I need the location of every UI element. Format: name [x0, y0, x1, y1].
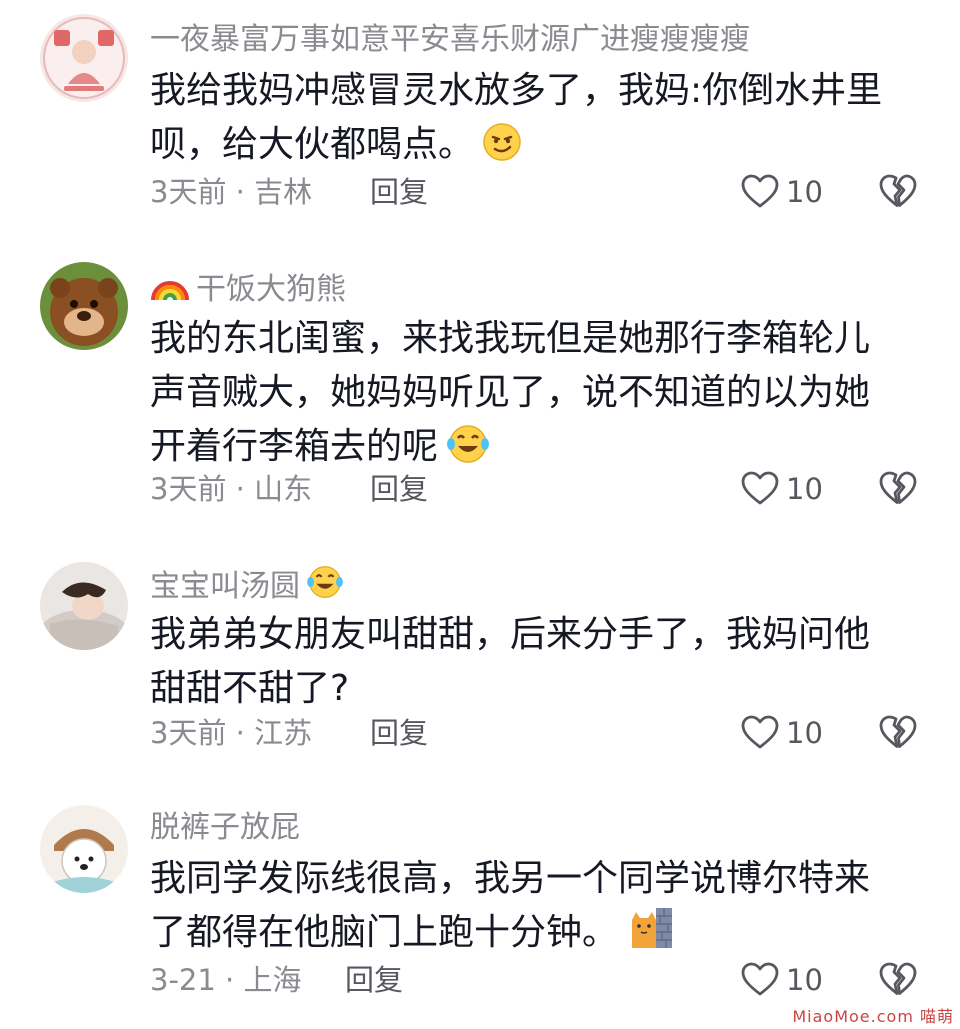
comment-text: 我同学发际线很高，我另一个同学说博尔特来 了都得在他脑门上跑十分钟。	[150, 852, 910, 966]
comment-line: 了都得在他脑门上跑十分钟。	[150, 912, 619, 953]
avatar-image	[40, 805, 128, 893]
smirk-emoji-icon	[482, 122, 522, 178]
like-count: 10	[786, 963, 823, 997]
comment-line-wrap: 了都得在他脑门上跑十分钟。	[150, 906, 910, 966]
crying-laughing-emoji-icon	[446, 424, 490, 480]
comment-line: 声音贼大，她妈妈听见了，说不知道的以为她	[150, 372, 871, 413]
like-button[interactable]: 10	[740, 170, 823, 214]
comment-meta: 3天前 · 江苏	[150, 713, 312, 753]
avatar-image	[40, 14, 128, 102]
broken-heart-icon	[879, 471, 917, 504]
broken-heart-icon	[879, 962, 917, 995]
timestamp: 3-21	[150, 963, 216, 997]
dislike-button[interactable]	[878, 172, 918, 216]
comment-meta: 3天前 · 山东	[150, 469, 312, 509]
comment-line: 我同学发际线很高，我另一个同学说博尔特来	[150, 858, 871, 899]
separator: ·	[226, 716, 255, 750]
watermark: MiaoMoe.com 喵萌	[792, 1007, 954, 1026]
timestamp: 3天前	[150, 716, 227, 750]
avatar[interactable]	[40, 14, 128, 102]
like-count: 10	[786, 716, 823, 750]
separator: ·	[226, 175, 255, 209]
reply-button[interactable]: 回复	[370, 713, 428, 753]
timestamp: 3天前	[150, 175, 227, 209]
location: 山东	[254, 472, 313, 506]
heart-outline-icon	[741, 174, 779, 208]
like-count: 10	[786, 175, 823, 209]
location: 吉林	[254, 175, 313, 209]
heart-outline-icon	[741, 471, 779, 505]
username[interactable]: 一夜暴富万事如意平安喜乐财源广进瘦瘦瘦瘦	[150, 20, 750, 60]
avatar[interactable]	[40, 805, 128, 893]
username-text: 宝宝叫汤圆	[150, 569, 300, 604]
broken-heart-icon	[879, 174, 917, 207]
comment-text: 我的东北闺蜜，来找我玩但是她那行李箱轮儿 声音贼大，她妈妈听见了，说不知道的以为…	[150, 312, 910, 480]
username-text: 干饭大狗熊	[196, 272, 346, 307]
timestamp: 3天前	[150, 472, 227, 506]
comment-line-wrap: 呗，给大伙都喝点。	[150, 118, 910, 178]
comment-meta: 3天前 · 吉林	[150, 172, 312, 212]
like-button[interactable]: 10	[740, 467, 823, 511]
heart-outline-icon	[741, 715, 779, 749]
location: 上海	[243, 963, 302, 997]
like-button[interactable]: 10	[740, 711, 823, 755]
rainbow-icon	[150, 268, 190, 313]
comment-line: 我弟弟女朋友叫甜甜，后来分手了，我妈问他	[150, 614, 871, 655]
reply-button[interactable]: 回复	[370, 469, 428, 509]
username[interactable]: 脱裤子放屁	[150, 808, 300, 848]
comment-line: 甜甜不甜了?	[150, 668, 350, 709]
like-count: 10	[786, 472, 823, 506]
comment-line: 我的东北闺蜜，来找我玩但是她那行李箱轮儿	[150, 318, 871, 359]
reply-button[interactable]: 回复	[345, 960, 403, 1000]
location: 江苏	[254, 716, 313, 750]
avatar[interactable]	[40, 562, 128, 650]
like-button[interactable]: 10	[740, 958, 823, 1002]
username[interactable]: 干饭大狗熊	[150, 268, 346, 313]
avatar-image	[40, 562, 128, 650]
comment-text: 我给我妈冲感冒灵水放多了，我妈:你倒水井里 呗，给大伙都喝点。	[150, 64, 910, 178]
comment-line: 呗，给大伙都喝点。	[150, 124, 475, 165]
comment-line: 开着行李箱去的呢	[150, 426, 439, 467]
broken-heart-icon	[879, 715, 917, 748]
username[interactable]: 宝宝叫汤圆	[150, 565, 344, 610]
dislike-button[interactable]	[878, 713, 918, 757]
cat-wall-emoji-icon	[626, 906, 674, 966]
crying-laughing-emoji-icon	[306, 565, 344, 610]
comment-line: 我给我妈冲感冒灵水放多了，我妈:你倒水井里	[150, 70, 883, 111]
comment-meta: 3-21 · 上海	[150, 960, 302, 1000]
heart-outline-icon	[741, 962, 779, 996]
dislike-button[interactable]	[878, 960, 918, 1004]
avatar-image	[40, 262, 128, 350]
reply-button[interactable]: 回复	[370, 172, 428, 212]
dislike-button[interactable]	[878, 469, 918, 513]
avatar[interactable]	[40, 262, 128, 350]
separator: ·	[226, 472, 255, 506]
separator: ·	[215, 963, 244, 997]
comment-text: 我弟弟女朋友叫甜甜，后来分手了，我妈问他 甜甜不甜了?	[150, 608, 910, 716]
